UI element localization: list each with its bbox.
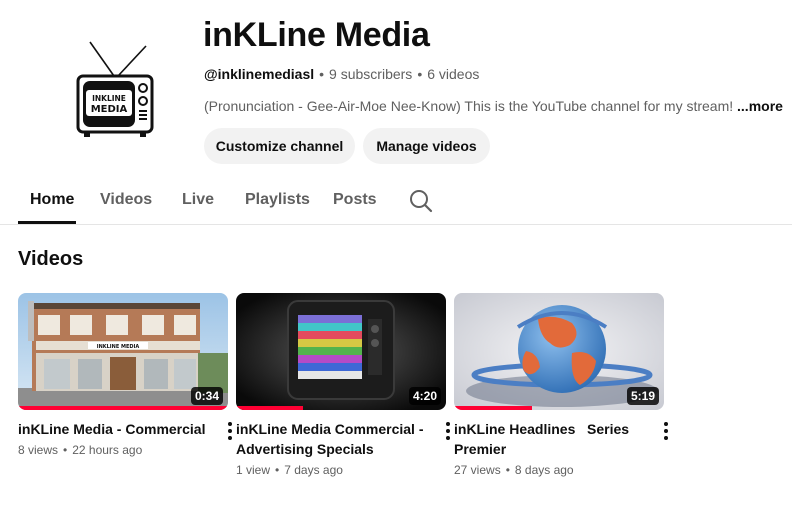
video-thumbnail[interactable]: INKLINE MEDIA 0:34 — [18, 293, 228, 410]
channel-tabs: Home Videos Live Playlists Posts — [0, 176, 792, 225]
watch-progress-bar — [454, 406, 532, 410]
view-count: 1 view — [236, 463, 271, 477]
video-title[interactable]: inKLine Media - Commercial — [18, 419, 206, 439]
separator: • — [417, 66, 423, 82]
video-duration: 5:19 — [626, 387, 659, 405]
channel-meta: @inklinemediasl • 9 subscribers • 6 videos — [204, 66, 479, 82]
svg-text:MEDIA: MEDIA — [91, 104, 128, 115]
video-card: INKLINE MEDIA 0:34 inKLine Media - Comme… — [18, 293, 232, 457]
video-title[interactable]: inKLine Headlines Series Premier — [454, 419, 642, 459]
watch-progress-bar — [236, 406, 304, 410]
video-thumbnail[interactable]: 4:20 — [236, 293, 446, 410]
customize-channel-button[interactable]: Customize channel — [204, 128, 355, 164]
video-duration: 4:20 — [408, 387, 441, 405]
video-count: 6 videos — [427, 66, 480, 82]
tab-videos[interactable]: Videos — [100, 191, 152, 209]
tab-posts[interactable]: Posts — [333, 191, 377, 209]
channel-header: INKLINE MEDIA inKLine Media @inklinemedi… — [0, 0, 792, 175]
tab-home[interactable]: Home — [30, 191, 74, 209]
upload-age: 8 days ago — [514, 463, 574, 477]
video-meta: 27 views • 8 days ago — [454, 463, 574, 477]
separator: • — [275, 463, 280, 477]
section-title: Videos — [18, 248, 84, 270]
svg-text:INKLINE MEDIA: INKLINE MEDIA — [97, 344, 140, 350]
video-duration: 0:34 — [190, 387, 223, 405]
channel-name: inKLine Media — [203, 16, 430, 54]
video-thumbnail[interactable]: 5:19 — [454, 293, 664, 410]
separator: • — [319, 66, 325, 82]
separator: • — [505, 463, 510, 477]
more-actions-icon[interactable] — [656, 421, 676, 441]
view-count: 8 views — [18, 443, 59, 457]
channel-handle: @inklinemediasl — [204, 66, 315, 82]
search-icon[interactable] — [408, 188, 434, 214]
manage-videos-button[interactable]: Manage videos — [363, 128, 490, 164]
video-title[interactable]: inKLine Media Commercial - Advertising S… — [236, 419, 424, 459]
video-card: 4:20 inKLine Media Commercial - Advertis… — [236, 293, 450, 477]
separator: • — [63, 443, 68, 457]
video-meta: 8 views • 22 hours ago — [18, 443, 142, 457]
channel-description[interactable]: (Pronunciation - Gee-Air-Moe Nee-Know) T… — [204, 98, 783, 114]
view-count: 27 views — [454, 463, 501, 477]
svg-text:INKLINE: INKLINE — [92, 94, 126, 103]
tab-playlists[interactable]: Playlists — [245, 191, 310, 209]
active-tab-indicator — [18, 221, 76, 224]
channel-avatar[interactable]: INKLINE MEDIA — [60, 30, 172, 142]
upload-age: 7 days ago — [284, 463, 343, 477]
tab-live[interactable]: Live — [182, 191, 214, 209]
tv-logo-icon: INKLINE MEDIA — [76, 41, 154, 137]
video-meta: 1 view • 7 days ago — [236, 463, 343, 477]
watch-progress-bar — [18, 406, 228, 410]
upload-age: 22 hours ago — [72, 443, 143, 457]
more-link[interactable]: ...more — [737, 98, 783, 114]
video-card: 5:19 inKLine Headlines Series Premier 27… — [454, 293, 668, 477]
description-text: (Pronunciation - Gee-Air-Moe Nee-Know) T… — [204, 98, 734, 114]
subscriber-count: 9 subscribers — [329, 66, 413, 82]
